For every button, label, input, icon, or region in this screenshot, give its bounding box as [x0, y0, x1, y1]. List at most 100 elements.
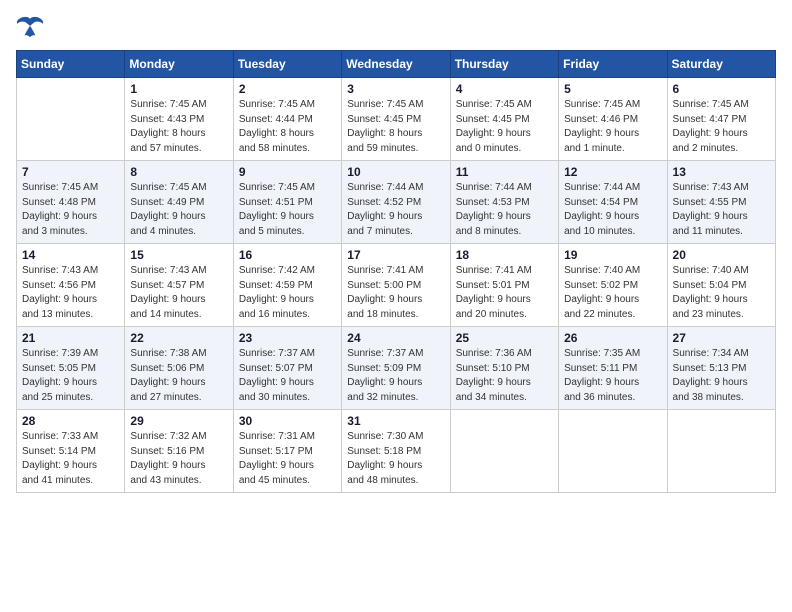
calendar-cell: 27 Sunrise: 7:34 AM Sunset: 5:13 PM Dayli…: [667, 327, 775, 410]
day-info: Sunrise: 7:45 AM Sunset: 4:49 PM Dayligh…: [130, 181, 227, 239]
calendar-cell: 28 Sunrise: 7:33 AM Sunset: 5:14 PM Dayli…: [17, 410, 125, 493]
calendar-cell: 21 Sunrise: 7:39 AM Sunset: 5:05 PM Dayli…: [17, 327, 125, 410]
calendar-cell: 7 Sunrise: 7:45 AM Sunset: 4:48 PM Daylig…: [17, 161, 125, 244]
calendar-cell: 20 Sunrise: 7:40 AM Sunset: 5:04 PM Dayli…: [667, 244, 775, 327]
day-number: 5: [564, 82, 661, 96]
day-number: 7: [22, 165, 119, 179]
calendar-cell: 17 Sunrise: 7:41 AM Sunset: 5:00 PM Dayli…: [342, 244, 450, 327]
day-info: Sunrise: 7:34 AM Sunset: 5:13 PM Dayligh…: [673, 347, 770, 405]
calendar-cell: 8 Sunrise: 7:45 AM Sunset: 4:49 PM Daylig…: [125, 161, 233, 244]
day-info: Sunrise: 7:31 AM Sunset: 5:17 PM Dayligh…: [239, 430, 336, 488]
calendar-cell: 22Sunrise: 7:38 AM Sunset: 5:06 PM Dayli…: [125, 327, 233, 410]
day-number: 3: [347, 82, 444, 96]
day-number: 25: [456, 331, 553, 345]
day-info: Sunrise: 7:45 AM Sunset: 4:46 PM Dayligh…: [564, 98, 661, 156]
calendar-table: SundayMondayTuesdayWednesdayThursdayFrid…: [16, 50, 776, 493]
day-number: 2: [239, 82, 336, 96]
calendar-week-row: 14Sunrise: 7:43 AM Sunset: 4:56 PM Dayli…: [17, 244, 776, 327]
calendar-header-row: SundayMondayTuesdayWednesdayThursdayFrid…: [17, 51, 776, 78]
calendar-cell: 1Sunrise: 7:45 AM Sunset: 4:43 PM Daylig…: [125, 78, 233, 161]
day-of-week-header: Sunday: [17, 51, 125, 78]
day-info: Sunrise: 7:38 AM Sunset: 5:06 PM Dayligh…: [130, 347, 227, 405]
calendar-cell: 5 Sunrise: 7:45 AM Sunset: 4:46 PM Daylig…: [559, 78, 667, 161]
calendar-cell: 3 Sunrise: 7:45 AM Sunset: 4:45 PM Daylig…: [342, 78, 450, 161]
calendar-cell: 2 Sunrise: 7:45 AM Sunset: 4:44 PM Daylig…: [233, 78, 341, 161]
day-number: 1: [130, 82, 227, 96]
calendar-week-row: 1Sunrise: 7:45 AM Sunset: 4:43 PM Daylig…: [17, 78, 776, 161]
day-number: 30: [239, 414, 336, 428]
calendar-cell: [559, 410, 667, 493]
day-number: 21: [22, 331, 119, 345]
day-number: 8: [130, 165, 227, 179]
calendar-cell: 6 Sunrise: 7:45 AM Sunset: 4:47 PM Daylig…: [667, 78, 775, 161]
calendar-cell: 4 Sunrise: 7:45 AM Sunset: 4:45 PM Daylig…: [450, 78, 558, 161]
day-number: 20: [673, 248, 770, 262]
calendar-cell: 9Sunrise: 7:45 AM Sunset: 4:51 PM Daylig…: [233, 161, 341, 244]
day-of-week-header: Wednesday: [342, 51, 450, 78]
day-number: 4: [456, 82, 553, 96]
day-number: 16: [239, 248, 336, 262]
page-header: [16, 16, 776, 40]
calendar-cell: 19 Sunrise: 7:40 AM Sunset: 5:02 PM Dayli…: [559, 244, 667, 327]
day-number: 18: [456, 248, 553, 262]
day-number: 24: [347, 331, 444, 345]
day-number: 26: [564, 331, 661, 345]
logo: [16, 16, 48, 40]
day-info: Sunrise: 7:45 AM Sunset: 4:44 PM Dayligh…: [239, 98, 336, 156]
day-info: Sunrise: 7:43 AM Sunset: 4:56 PM Dayligh…: [22, 264, 119, 322]
day-info: Sunrise: 7:40 AM Sunset: 5:04 PM Dayligh…: [673, 264, 770, 322]
day-of-week-header: Friday: [559, 51, 667, 78]
day-info: Sunrise: 7:45 AM Sunset: 4:47 PM Dayligh…: [673, 98, 770, 156]
day-number: 23: [239, 331, 336, 345]
day-number: 27: [673, 331, 770, 345]
day-number: 17: [347, 248, 444, 262]
logo-bird-icon: [16, 16, 44, 40]
day-number: 10: [347, 165, 444, 179]
day-of-week-header: Thursday: [450, 51, 558, 78]
calendar-cell: 11 Sunrise: 7:44 AM Sunset: 4:53 PM Dayli…: [450, 161, 558, 244]
day-info: Sunrise: 7:45 AM Sunset: 4:45 PM Dayligh…: [456, 98, 553, 156]
calendar-cell: 31Sunrise: 7:30 AM Sunset: 5:18 PM Dayli…: [342, 410, 450, 493]
calendar-cell: [450, 410, 558, 493]
calendar-cell: 14Sunrise: 7:43 AM Sunset: 4:56 PM Dayli…: [17, 244, 125, 327]
calendar-week-row: 21 Sunrise: 7:39 AM Sunset: 5:05 PM Dayli…: [17, 327, 776, 410]
calendar-week-row: 7 Sunrise: 7:45 AM Sunset: 4:48 PM Daylig…: [17, 161, 776, 244]
day-info: Sunrise: 7:41 AM Sunset: 5:00 PM Dayligh…: [347, 264, 444, 322]
day-number: 11: [456, 165, 553, 179]
day-info: Sunrise: 7:37 AM Sunset: 5:09 PM Dayligh…: [347, 347, 444, 405]
day-info: Sunrise: 7:35 AM Sunset: 5:11 PM Dayligh…: [564, 347, 661, 405]
calendar-cell: 29 Sunrise: 7:32 AM Sunset: 5:16 PM Dayli…: [125, 410, 233, 493]
calendar-cell: 10Sunrise: 7:44 AM Sunset: 4:52 PM Dayli…: [342, 161, 450, 244]
day-info: Sunrise: 7:45 AM Sunset: 4:51 PM Dayligh…: [239, 181, 336, 239]
day-number: 31: [347, 414, 444, 428]
calendar-cell: 12Sunrise: 7:44 AM Sunset: 4:54 PM Dayli…: [559, 161, 667, 244]
day-info: Sunrise: 7:37 AM Sunset: 5:07 PM Dayligh…: [239, 347, 336, 405]
calendar-cell: 30 Sunrise: 7:31 AM Sunset: 5:17 PM Dayli…: [233, 410, 341, 493]
day-info: Sunrise: 7:43 AM Sunset: 4:55 PM Dayligh…: [673, 181, 770, 239]
day-info: Sunrise: 7:43 AM Sunset: 4:57 PM Dayligh…: [130, 264, 227, 322]
day-of-week-header: Monday: [125, 51, 233, 78]
calendar-cell: 16 Sunrise: 7:42 AM Sunset: 4:59 PM Dayli…: [233, 244, 341, 327]
day-number: 6: [673, 82, 770, 96]
calendar-cell: 23 Sunrise: 7:37 AM Sunset: 5:07 PM Dayli…: [233, 327, 341, 410]
day-of-week-header: Tuesday: [233, 51, 341, 78]
day-number: 13: [673, 165, 770, 179]
day-info: Sunrise: 7:45 AM Sunset: 4:45 PM Dayligh…: [347, 98, 444, 156]
day-info: Sunrise: 7:36 AM Sunset: 5:10 PM Dayligh…: [456, 347, 553, 405]
day-info: Sunrise: 7:45 AM Sunset: 4:48 PM Dayligh…: [22, 181, 119, 239]
day-number: 29: [130, 414, 227, 428]
day-info: Sunrise: 7:41 AM Sunset: 5:01 PM Dayligh…: [456, 264, 553, 322]
day-number: 28: [22, 414, 119, 428]
day-info: Sunrise: 7:32 AM Sunset: 5:16 PM Dayligh…: [130, 430, 227, 488]
day-number: 19: [564, 248, 661, 262]
calendar-cell: 25 Sunrise: 7:36 AM Sunset: 5:10 PM Dayli…: [450, 327, 558, 410]
day-info: Sunrise: 7:39 AM Sunset: 5:05 PM Dayligh…: [22, 347, 119, 405]
day-info: Sunrise: 7:42 AM Sunset: 4:59 PM Dayligh…: [239, 264, 336, 322]
calendar-cell: [667, 410, 775, 493]
day-info: Sunrise: 7:44 AM Sunset: 4:54 PM Dayligh…: [564, 181, 661, 239]
calendar-cell: 18 Sunrise: 7:41 AM Sunset: 5:01 PM Dayli…: [450, 244, 558, 327]
day-info: Sunrise: 7:40 AM Sunset: 5:02 PM Dayligh…: [564, 264, 661, 322]
day-info: Sunrise: 7:44 AM Sunset: 4:53 PM Dayligh…: [456, 181, 553, 239]
day-info: Sunrise: 7:33 AM Sunset: 5:14 PM Dayligh…: [22, 430, 119, 488]
calendar-cell: 24 Sunrise: 7:37 AM Sunset: 5:09 PM Dayli…: [342, 327, 450, 410]
